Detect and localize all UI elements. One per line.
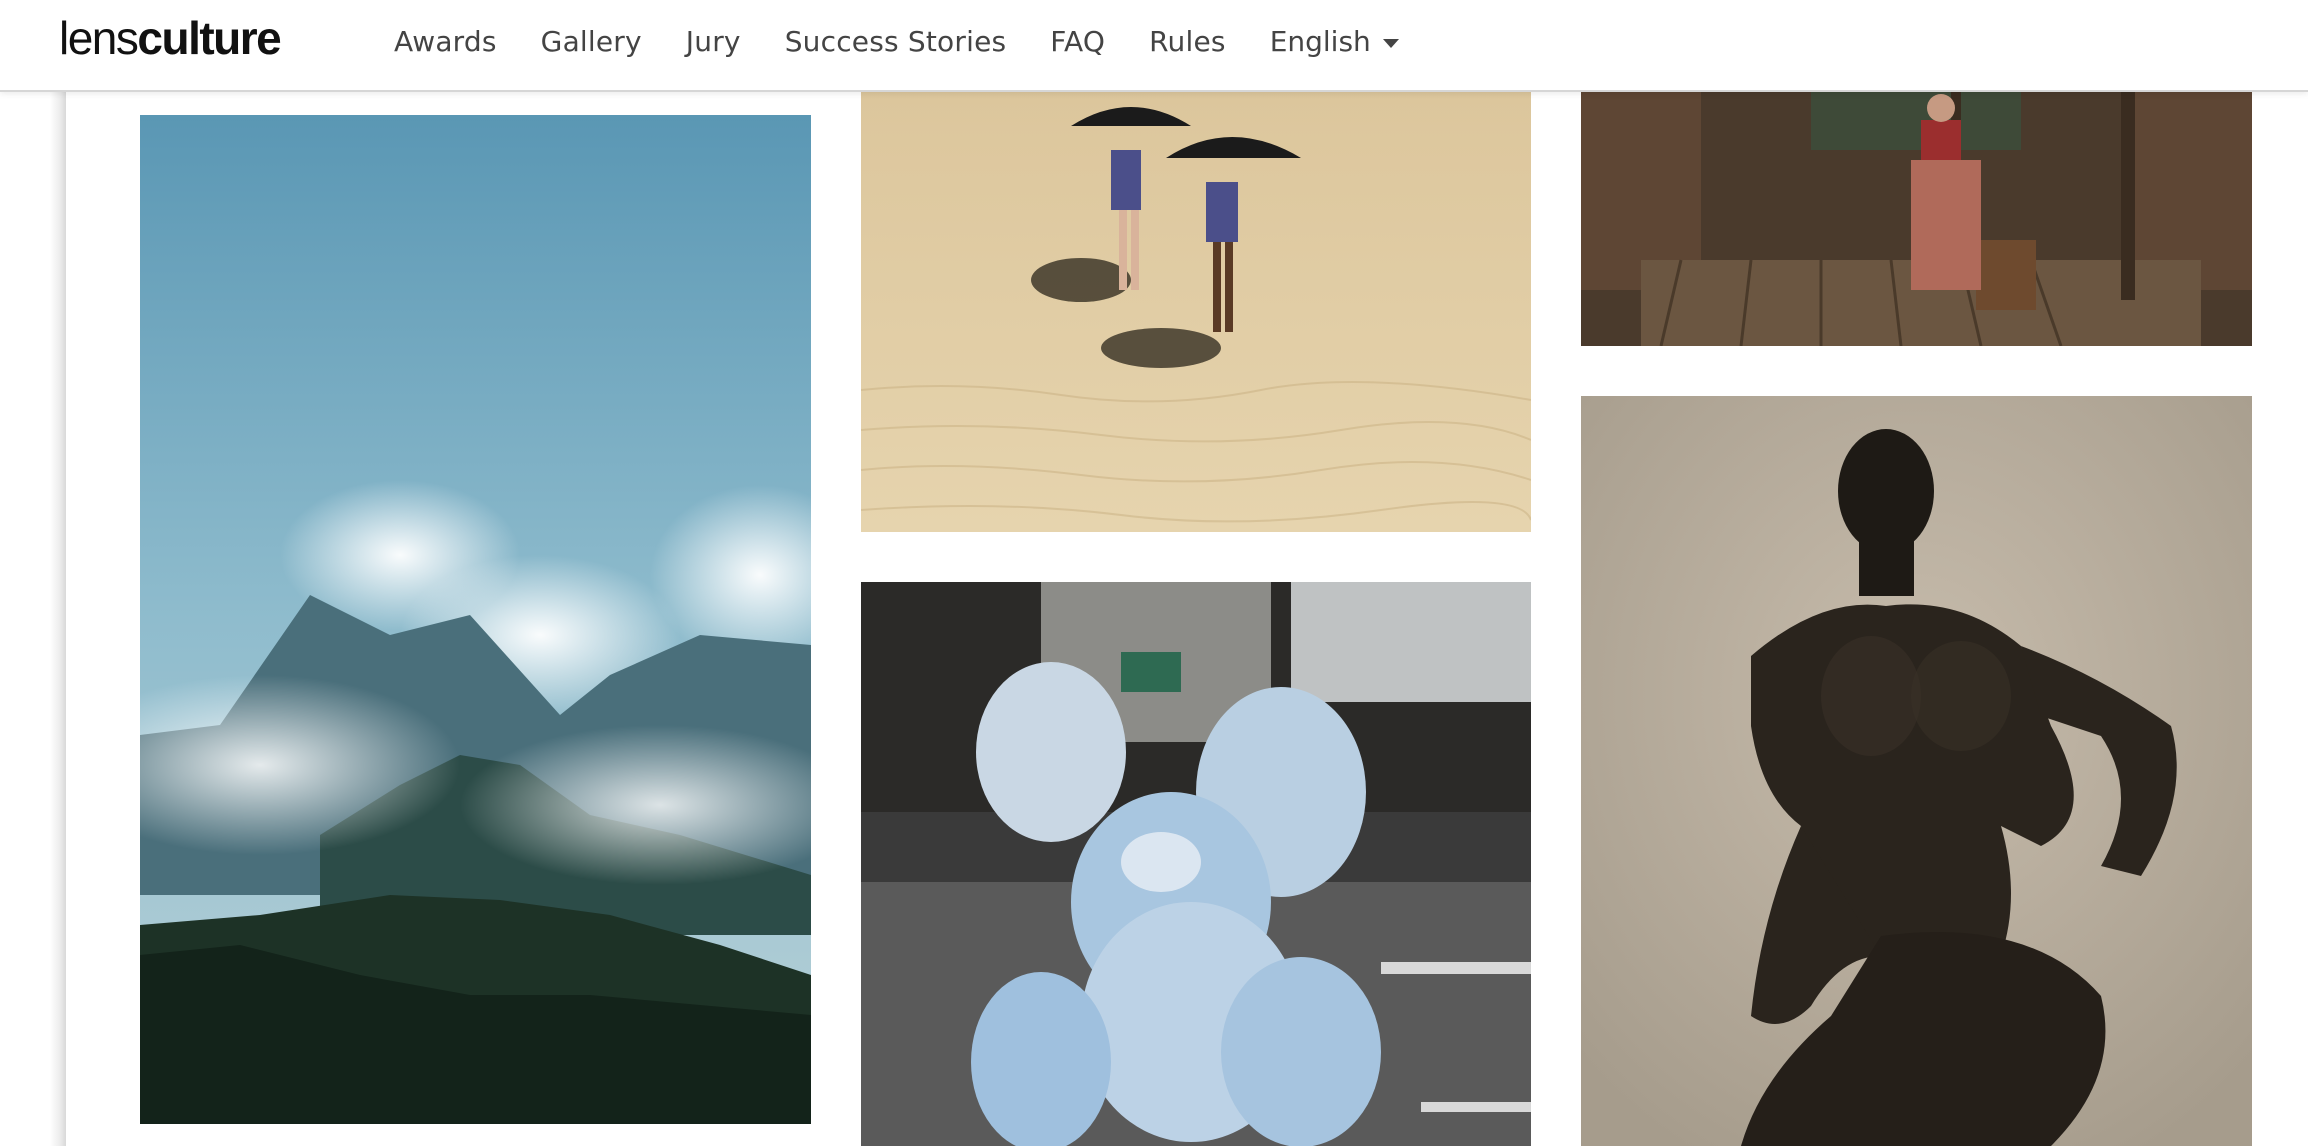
gallery-photo-desert[interactable] bbox=[861, 90, 1531, 532]
nav-jury[interactable]: Jury bbox=[686, 25, 741, 58]
plastic-bags-image bbox=[861, 582, 1531, 1146]
desert-image bbox=[861, 90, 1531, 532]
lensculture-logo[interactable]: lensculture bbox=[59, 8, 282, 68]
nav-rules[interactable]: Rules bbox=[1149, 25, 1226, 58]
portrait-image bbox=[1581, 396, 2252, 1146]
nav-faq[interactable]: FAQ bbox=[1050, 25, 1105, 58]
gallery-photo-portrait[interactable] bbox=[1581, 396, 2252, 1146]
mountains-image bbox=[140, 115, 811, 1124]
logo-bold-part: culture bbox=[137, 12, 281, 64]
nav-awards[interactable]: Awards bbox=[394, 25, 497, 58]
site-header: lensculture Awards Gallery Jury Success … bbox=[0, 0, 2308, 92]
chevron-down-icon bbox=[1382, 38, 1399, 48]
nav-gallery[interactable]: Gallery bbox=[541, 25, 642, 58]
page-left-shadow bbox=[0, 0, 66, 1146]
main-nav: Awards Gallery Jury Success Stories FAQ … bbox=[394, 0, 1399, 82]
porch-image bbox=[1581, 90, 2252, 346]
nav-success-stories[interactable]: Success Stories bbox=[785, 25, 1007, 58]
logo-light-part: lens bbox=[59, 12, 139, 64]
language-selector[interactable]: English bbox=[1270, 25, 1399, 58]
gallery-photo-mountains[interactable] bbox=[140, 115, 811, 1124]
gallery-photo-plastic-bags[interactable] bbox=[861, 582, 1531, 1146]
language-label: English bbox=[1269, 24, 1371, 58]
gallery-photo-porch[interactable] bbox=[1581, 90, 2252, 346]
